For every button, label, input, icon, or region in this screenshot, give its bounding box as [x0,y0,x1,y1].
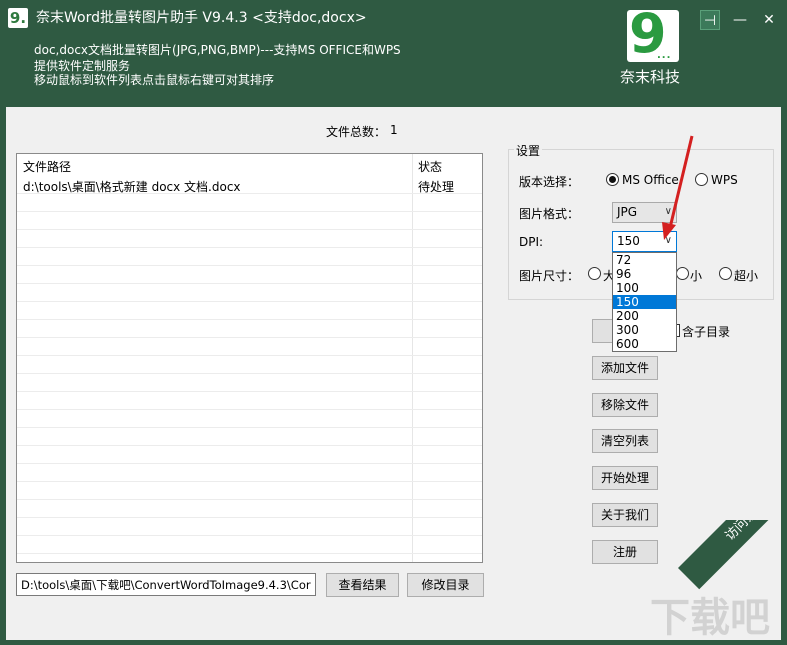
file-count-label: 文件总数： [326,125,387,139]
brand-name: 奈末科技 [620,68,681,86]
subdir-label[interactable]: 含子目录 [682,323,730,340]
settings-title: 设置 [514,142,543,159]
description-line-1: doc,docx文档批量转图片(JPG,PNG,BMP)---支持MS OFFI… [34,43,401,57]
about-button[interactable]: 关于我们 [592,503,658,527]
corner-ribbon[interactable]: 访问奈末官网 [650,520,787,645]
visit-website-link[interactable]: 访问奈末官网 [678,520,787,590]
file-list[interactable]: 文件路径 状态 d:\tools\桌面\格式新建 docx 文档.docx 待处… [16,153,483,563]
app-header: 9. 奈末Word批量转图片助手 V9.4.3 <支持doc,docx> doc… [0,0,787,107]
file-count-value: 1 [390,123,398,137]
close-icon[interactable]: ✕ [759,10,779,30]
pin-icon[interactable]: ⊣ [700,10,720,30]
window-title: 奈末Word批量转图片助手 V9.4.3 <支持doc,docx> [36,10,367,26]
empty-row [17,356,482,374]
dpi-value: 150 [617,234,640,248]
empty-row [17,536,482,554]
header-status[interactable]: 状态 [418,158,442,175]
dpi-dropdown-list[interactable]: 72 96 100 150 200 300 600 [612,252,677,352]
dpi-label: DPI: [519,235,544,249]
dpi-option[interactable]: 72 [613,253,676,267]
version-label: 版本选择： [519,175,580,189]
start-button[interactable]: 开始处理 [592,466,658,490]
empty-row [17,212,482,230]
clear-list-button[interactable]: 清空列表 [592,429,658,453]
size-xsmall-radio[interactable] [719,267,732,280]
row-path: d:\tools\桌面\格式新建 docx 文档.docx [23,180,241,194]
minimize-icon[interactable]: — [730,10,750,30]
description-line-3: 移动鼠标到软件列表点击鼠标右键可对其排序 [34,73,275,87]
empty-row [17,302,482,320]
empty-row [17,194,482,212]
empty-row [17,230,482,248]
size-xsmall-label[interactable]: 超小 [734,267,758,284]
empty-row [17,464,482,482]
format-label: 图片格式： [519,207,580,221]
empty-row [17,284,482,302]
dpi-option[interactable]: 600 [613,337,676,351]
brand-logo: 9 ... [627,4,679,64]
empty-row [17,374,482,392]
empty-row [17,518,482,536]
dpi-option[interactable]: 100 [613,281,676,295]
remove-file-button[interactable]: 移除文件 [592,393,658,417]
empty-row [17,446,482,464]
empty-row [17,428,482,446]
empty-row [17,410,482,428]
empty-row [17,320,482,338]
row-status: 待处理 [418,180,455,194]
format-select[interactable]: JPG ∨ [612,202,677,223]
empty-row [17,500,482,518]
dpi-option[interactable]: 96 [613,267,676,281]
wps-radio[interactable] [695,173,708,186]
ms-office-label[interactable]: MS Office [622,173,679,187]
table-header: 文件路径 状态 [17,156,482,174]
chevron-down-icon: ∨ [664,235,672,246]
view-result-button[interactable]: 查看结果 [326,573,399,597]
dpi-option[interactable]: 300 [613,323,676,337]
dpi-option-selected[interactable]: 150 [613,295,676,309]
dpi-select[interactable]: 150 ∨ [612,231,677,252]
ms-office-radio[interactable] [606,173,619,186]
empty-row [17,392,482,410]
change-dir-button[interactable]: 修改目录 [407,573,484,597]
table-row[interactable]: d:\tools\桌面\格式新建 docx 文档.docx 待处理 [17,176,482,194]
size-small-radio[interactable] [676,267,689,280]
empty-row [17,248,482,266]
output-path-field[interactable]: D:\tools\桌面\下载吧\ConvertWordToImage9.4.3\… [16,573,316,596]
add-file-button[interactable]: 添加文件 [592,356,658,380]
format-value: JPG [617,205,638,219]
wps-label[interactable]: WPS [711,173,738,187]
size-small-label[interactable]: 小 [690,267,702,284]
size-label: 图片尺寸： [519,269,580,283]
register-button[interactable]: 注册 [592,540,658,564]
app-icon: 9. [8,8,28,28]
empty-row [17,266,482,284]
dpi-option[interactable]: 200 [613,309,676,323]
size-large-radio[interactable] [588,267,601,280]
chevron-down-icon: ∨ [664,206,672,217]
brand-logo-dots: ... [657,50,672,61]
header-path[interactable]: 文件路径 [23,158,71,175]
empty-row [17,338,482,356]
empty-row [17,482,482,500]
